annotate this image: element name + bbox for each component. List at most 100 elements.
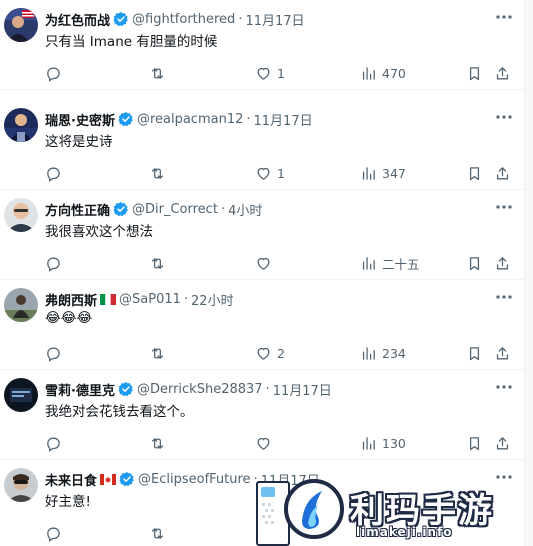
- avatar[interactable]: [4, 108, 38, 142]
- reply-button[interactable]: [45, 163, 67, 183]
- reply-button[interactable]: [45, 433, 67, 453]
- share-icon: [496, 66, 509, 79]
- share-button[interactable]: [494, 63, 511, 83]
- share-button[interactable]: [494, 433, 511, 453]
- avatar[interactable]: [4, 288, 38, 322]
- bookmark-button[interactable]: [466, 63, 483, 83]
- tweet-header: 雪莉·德里克 @DerrickShe28837 · 11月17日: [45, 379, 332, 399]
- share-icon: [496, 346, 509, 359]
- reply-icon: [47, 257, 60, 272]
- reply-button[interactable]: [45, 253, 67, 273]
- share-icon: [496, 436, 509, 449]
- verified-badge-icon: [113, 201, 129, 217]
- heart-icon: [257, 67, 270, 80]
- tweet[interactable]: 弗朗西斯 @SaP011 · 22小时 😂😂😂 2 234: [0, 280, 524, 370]
- retweet-icon: [151, 257, 164, 269]
- analytics-icon: [362, 66, 375, 80]
- handle[interactable]: @DerrickShe28837: [137, 382, 263, 397]
- scrollbar[interactable]: [524, 0, 533, 546]
- separator: ·: [183, 291, 189, 307]
- retweet-button[interactable]: [149, 523, 171, 543]
- retweet-button[interactable]: [149, 63, 171, 83]
- bookmark-icon: [469, 256, 480, 270]
- analytics-icon: [362, 346, 375, 360]
- bookmark-button[interactable]: [466, 343, 483, 363]
- reply-icon: [47, 437, 60, 452]
- views-button[interactable]: 234: [360, 343, 406, 363]
- share-button[interactable]: [494, 253, 511, 273]
- tweet-actions: 二十五: [45, 253, 514, 273]
- reply-icon: [47, 527, 60, 542]
- handle[interactable]: @fightforthered: [132, 12, 235, 27]
- views-button[interactable]: 二十五: [360, 253, 420, 273]
- timestamp[interactable]: 11月17日: [254, 110, 313, 129]
- retweet-button[interactable]: [149, 433, 171, 453]
- display-name[interactable]: 为红色而战: [45, 10, 110, 29]
- analytics-icon: [362, 436, 375, 450]
- reply-icon: [47, 67, 60, 82]
- like-button[interactable]: 2: [255, 343, 285, 363]
- display-name[interactable]: 方向性正确: [45, 200, 110, 219]
- more-options-icon[interactable]: [494, 380, 514, 394]
- reply-button[interactable]: [45, 63, 67, 83]
- views-button[interactable]: 347: [360, 163, 406, 183]
- bookmark-icon: [469, 166, 480, 180]
- reply-button[interactable]: [45, 523, 67, 543]
- handle[interactable]: @realpacman12: [137, 112, 243, 127]
- avatar[interactable]: [4, 198, 38, 232]
- tweet-header: 弗朗西斯 @SaP011 · 22小时: [45, 289, 234, 309]
- tweet-header: 瑞恩·史密斯 @realpacman12 · 11月17日: [45, 109, 313, 129]
- watermark-url: limakeji.info: [356, 525, 453, 539]
- share-button[interactable]: [494, 163, 511, 183]
- tweet-text: 只有当 Imane 有胆量的时候: [45, 34, 218, 50]
- bookmark-button[interactable]: [466, 253, 483, 273]
- timestamp[interactable]: 11月17日: [273, 380, 332, 399]
- views-button[interactable]: 130: [360, 433, 406, 453]
- like-button[interactable]: [255, 253, 277, 273]
- display-name[interactable]: 未来日食: [45, 470, 97, 489]
- like-button[interactable]: [255, 433, 277, 453]
- bookmark-button[interactable]: [466, 163, 483, 183]
- retweet-button[interactable]: [149, 163, 171, 183]
- more-options-icon[interactable]: [494, 10, 514, 24]
- reply-icon: [47, 347, 60, 362]
- tweet[interactable]: 方向性正确 @Dir_Correct · 4小时 我很喜欢这个想法 二十五: [0, 190, 524, 280]
- reply-icon: [47, 167, 60, 182]
- avatar[interactable]: [4, 378, 38, 412]
- share-icon: [496, 256, 509, 269]
- more-options-icon[interactable]: [494, 200, 514, 214]
- tweet[interactable]: 为红色而战 @fightforthered · 11月17日 只有当 Imane…: [0, 0, 524, 90]
- handle[interactable]: @Dir_Correct: [132, 202, 218, 217]
- retweet-icon: [151, 347, 164, 359]
- timestamp[interactable]: 11月17日: [245, 10, 304, 29]
- tweet-text: 好主意!: [45, 494, 91, 510]
- analytics-icon: [362, 256, 375, 270]
- retweet-icon: [151, 67, 164, 79]
- tweet[interactable]: 雪莉·德里克 @DerrickShe28837 · 11月17日 我绝对会花钱去…: [0, 370, 524, 460]
- avatar[interactable]: [4, 468, 38, 502]
- more-options-icon[interactable]: [494, 290, 514, 304]
- like-button[interactable]: 1: [255, 63, 285, 83]
- timestamp[interactable]: 4小时: [228, 200, 262, 219]
- retweet-icon: [151, 527, 164, 539]
- heart-icon: [257, 167, 270, 180]
- bookmark-button[interactable]: [466, 433, 483, 453]
- share-button[interactable]: [494, 343, 511, 363]
- display-name[interactable]: 弗朗西斯: [45, 290, 97, 309]
- tweet-text: 我很喜欢这个想法: [45, 224, 153, 240]
- reply-button[interactable]: [45, 343, 67, 363]
- timestamp[interactable]: 22小时: [191, 290, 234, 309]
- tweet[interactable]: 瑞恩·史密斯 @realpacman12 · 11月17日 这将是史诗 1 34…: [0, 100, 524, 190]
- display-name[interactable]: 瑞恩·史密斯: [45, 110, 115, 129]
- display-name[interactable]: 雪莉·德里克: [45, 380, 115, 399]
- like-button[interactable]: 1: [255, 163, 285, 183]
- heart-icon: [257, 257, 270, 270]
- handle[interactable]: @EclipseofFuture: [138, 472, 251, 487]
- tweet-text: 这将是史诗: [45, 134, 113, 150]
- avatar[interactable]: [4, 8, 38, 42]
- more-options-icon[interactable]: [494, 110, 514, 124]
- retweet-button[interactable]: [149, 253, 171, 273]
- retweet-button[interactable]: [149, 343, 171, 363]
- views-button[interactable]: 470: [360, 63, 406, 83]
- handle[interactable]: @SaP011: [119, 292, 181, 307]
